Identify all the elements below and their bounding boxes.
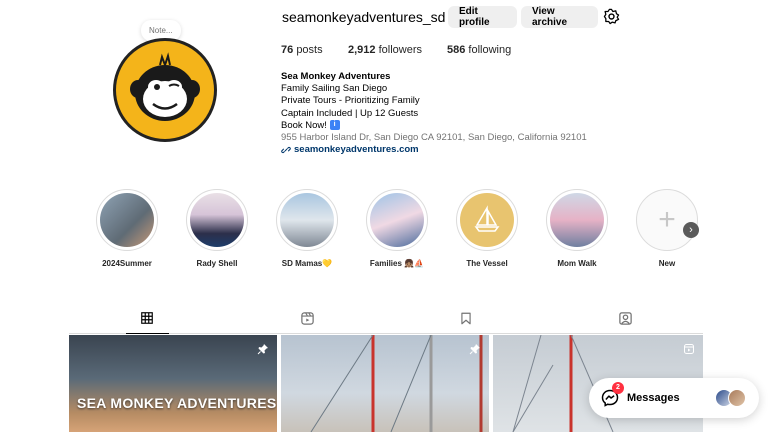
- highlight-cover: [460, 193, 514, 247]
- highlight-label: The Vessel: [466, 259, 508, 268]
- highlight-label: SD Mamas💛: [281, 259, 333, 268]
- highlight-label: Mom Walk: [557, 259, 597, 268]
- highlight-cover: [550, 193, 604, 247]
- profile-avatar[interactable]: [113, 38, 217, 142]
- highlight-cover: [280, 193, 334, 247]
- bio-line: Private Tours - Prioritizing Family: [281, 95, 420, 107]
- post-overlay-text: SEA MONKEY ADVENTURES: [77, 395, 277, 411]
- reel-icon: [684, 344, 694, 354]
- pin-icon: [469, 344, 480, 355]
- highlight-label: Rady Shell: [196, 259, 238, 268]
- highlight-cover: [100, 193, 154, 247]
- story-highlights: 2024Summer Rady Shell SD Mamas💛 Families…: [0, 189, 768, 269]
- active-tab-indicator: [126, 333, 169, 334]
- following-link[interactable]: 586 following: [447, 44, 511, 56]
- mast-rigging: [310, 335, 483, 432]
- note-text: Note...: [149, 26, 173, 35]
- messages-label: Messages: [627, 392, 680, 404]
- profile-bio: Sea Monkey Adventures Family Sailing San…: [281, 71, 587, 156]
- posts-grid-icon[interactable]: [140, 311, 156, 327]
- info-icon: i: [329, 120, 340, 131]
- highlight-item[interactable]: SD Mamas💛: [276, 189, 338, 268]
- saved-icon[interactable]: [459, 311, 475, 327]
- monkey-logo: [113, 38, 217, 142]
- followers-link[interactable]: 2,912 followers: [348, 44, 422, 56]
- bio-name: Sea Monkey Adventures: [281, 71, 391, 82]
- highlight-cover: [190, 193, 244, 247]
- post-tile[interactable]: SEA MONKEY ADVENTURES: [69, 335, 277, 432]
- unread-badge: 2: [612, 382, 624, 394]
- bio-address[interactable]: 955 Harbor Island Dr, San Diego CA 92101…: [281, 132, 587, 144]
- highlight-label: 2024Summer: [102, 259, 152, 268]
- pin-icon: [257, 344, 268, 355]
- highlight-item[interactable]: Families 👧🏽⛵: [366, 189, 428, 268]
- messenger-icon: 2: [601, 382, 624, 407]
- highlight-item[interactable]: The Vessel: [456, 189, 518, 268]
- tagged-icon[interactable]: [618, 311, 634, 327]
- highlight-item[interactable]: Rady Shell: [186, 189, 248, 268]
- reels-icon[interactable]: [300, 311, 316, 327]
- view-archive-button[interactable]: View archive: [521, 6, 598, 28]
- bio-line: Captain Included | Up 12 Guests: [281, 107, 419, 119]
- highlight-label: Families 👧🏽⛵: [369, 259, 425, 268]
- messages-button[interactable]: 2 Messages: [589, 378, 759, 418]
- link-icon: [281, 147, 291, 154]
- profile-username: seamonkeyadventures_sd: [282, 9, 446, 25]
- chevron-right-icon[interactable]: ›: [683, 222, 699, 238]
- highlight-item[interactable]: 2024Summer: [96, 189, 158, 268]
- bio-line: Book Now! i: [281, 120, 587, 132]
- posts-count: 76 posts: [281, 44, 323, 56]
- sailboat-icon: [474, 205, 500, 232]
- settings-gear-icon[interactable]: [603, 8, 620, 25]
- plus-icon: +: [658, 203, 676, 236]
- avatar: [728, 389, 746, 407]
- highlight-cover: [370, 193, 424, 247]
- message-avatars: [715, 389, 747, 407]
- highlight-label: New: [658, 259, 676, 268]
- bio-website-link[interactable]: seamonkeyadventures.com: [281, 144, 587, 156]
- highlight-item[interactable]: Mom Walk: [546, 189, 608, 268]
- edit-profile-button[interactable]: Edit profile: [448, 6, 517, 28]
- bio-line: Family Sailing San Diego: [281, 83, 388, 95]
- post-tile[interactable]: [281, 335, 489, 432]
